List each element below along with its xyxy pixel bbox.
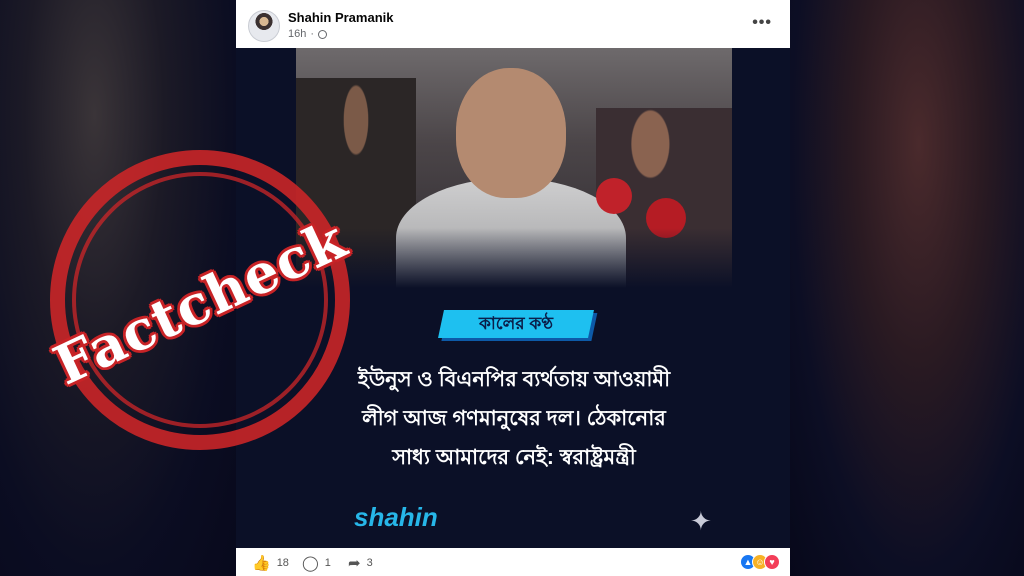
post-time[interactable]: 16h [288, 28, 306, 40]
like-button[interactable]: 👍 18 [252, 554, 289, 572]
outlet-logo-text: কালের কণ্ঠ [478, 314, 554, 333]
love-reaction-icon: ♥ [764, 554, 780, 570]
comment-icon: ◯ [302, 555, 319, 572]
post-header: Shahin Pramanik 16h · ••• [236, 0, 790, 48]
share-icon: ➦ [348, 555, 361, 572]
news-headline: ইউনুস ও বিএনপির ব্যর্থতায় আওয়ামী লীগ আ… [296, 360, 732, 477]
background-right-blur [790, 0, 1024, 576]
globe-icon [318, 29, 328, 39]
photo-fade [296, 228, 732, 288]
shares-count: 3 [366, 557, 373, 569]
like-icon: 👍 [252, 555, 271, 572]
share-button[interactable]: ➦ 3 [348, 554, 373, 572]
comments-count: 1 [324, 557, 331, 569]
speaker-head [456, 68, 566, 198]
post-actions: 👍 18 ◯ 1 ➦ 3 ▲ ☺ ♥ [236, 548, 790, 576]
headline-line: ইউনুস ও বিএনপির ব্যর্থতায় আওয়ামী [357, 368, 671, 391]
sparkle-icon: ✦ [690, 506, 712, 536]
post-meta: 16h · [288, 28, 328, 40]
reaction-summary[interactable]: ▲ ☺ ♥ [740, 554, 780, 570]
news-photo [296, 48, 732, 288]
likes-count: 18 [276, 557, 289, 569]
author-name[interactable]: Shahin Pramanik [288, 10, 393, 25]
headline-line: লীগ আজ গণমানুষের দল। ঠেকানোর [362, 407, 666, 430]
comment-button[interactable]: ◯ 1 [302, 554, 331, 572]
headline-line: সাধ্য আমাদের নেই: স্বরাষ্ট্রমন্ত্রী [392, 446, 636, 469]
author-avatar[interactable] [248, 10, 280, 42]
microphone-icon [596, 178, 632, 214]
more-options-icon[interactable]: ••• [752, 14, 772, 32]
watermark-brand: shahin [354, 502, 438, 532]
